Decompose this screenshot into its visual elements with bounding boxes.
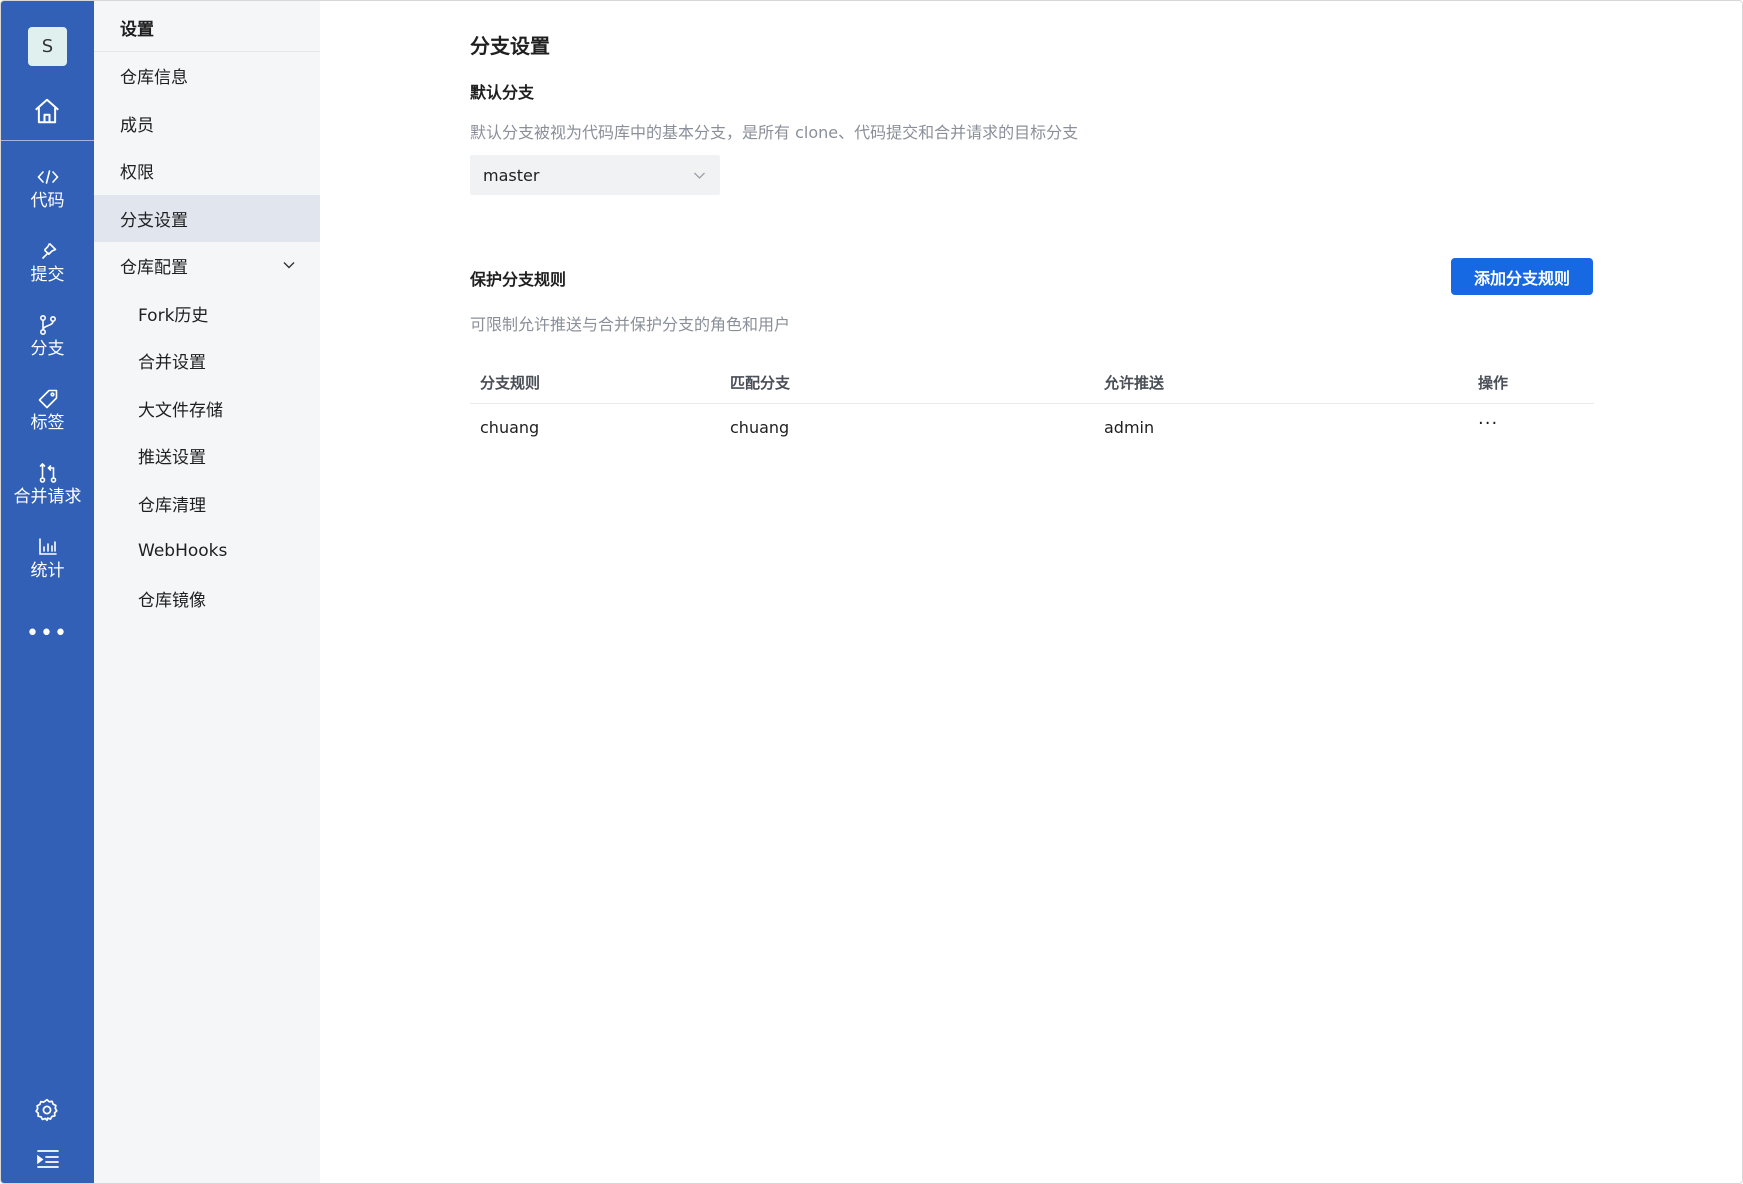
rail-item-code[interactable]: 代码	[1, 164, 94, 228]
chevron-down-icon	[283, 262, 295, 269]
code-icon	[35, 164, 61, 190]
sidebar-item-repo-config[interactable]: 仓库配置	[94, 242, 320, 289]
pin-icon	[35, 238, 61, 264]
app-window: S 代码 提交 分支 标签 合并请求 统计 ••• 设置 仓库信息 成员 权限 …	[0, 0, 1743, 1184]
sidebar-item-repo-mirror[interactable]: 仓库镜像	[94, 575, 320, 622]
tag-icon	[35, 386, 61, 412]
rule-cell: chuang	[480, 417, 540, 437]
rail-item-commits[interactable]: 提交	[1, 238, 94, 302]
sidebar-item-members[interactable]: 成员	[94, 100, 320, 147]
sidebar-item-webhooks[interactable]: WebHooks	[94, 527, 320, 574]
more-icon[interactable]: •••	[26, 621, 67, 646]
default-branch-select[interactable]: master	[470, 155, 720, 195]
rail-label: 提交	[30, 265, 65, 285]
column-header: 操作	[1478, 373, 1509, 392]
sidebar-item-label: 仓库信息	[120, 68, 188, 88]
allow-push-cell: admin	[1104, 417, 1155, 437]
rail-label: 统计	[30, 561, 65, 581]
avatar[interactable]: S	[28, 27, 67, 66]
rail-divider	[1, 140, 94, 141]
gear-icon	[35, 1098, 58, 1122]
left-rail: S 代码 提交 分支 标签 合并请求 统计 •••	[1, 1, 94, 1183]
row-actions: ···	[1478, 404, 1498, 450]
rail-label: 标签	[30, 413, 65, 433]
protected-branch-heading: 保护分支规则	[470, 270, 567, 289]
bar-chart-icon	[35, 534, 61, 560]
default-branch-value: master	[483, 165, 540, 185]
rail-item-branches[interactable]: 分支	[1, 312, 94, 376]
default-branch-heading: 默认分支	[470, 83, 535, 102]
sidebar-item-permissions[interactable]: 权限	[94, 147, 320, 194]
sidebar-item-label: 推送设置	[138, 448, 206, 468]
branch-icon	[35, 312, 61, 338]
sidebar-item-label: 成员	[120, 116, 154, 136]
protected-branch-description: 可限制允许推送与合并保护分支的角色和用户	[470, 315, 791, 334]
rail-item-merge-requests[interactable]: 合并请求	[1, 460, 94, 524]
table-row: chuang chuang admin ···	[470, 404, 1594, 450]
merge-request-icon	[35, 460, 61, 486]
branch-rules-table: 分支规则 匹配分支 允许推送 操作 chuang chuang admin ··…	[470, 361, 1594, 450]
settings-button[interactable]	[31, 1094, 63, 1126]
sidebar-item-label: 仓库镜像	[138, 591, 206, 611]
sidebar-item-lfs[interactable]: 大文件存储	[94, 385, 320, 432]
default-branch-description: 默认分支被视为代码库中的基本分支，是所有 clone、代码提交和合并请求的目标分…	[470, 123, 1079, 142]
settings-sidebar: 设置 仓库信息 成员 权限 分支设置 仓库配置 Fork历史 合并设置 大文件存…	[94, 1, 320, 1183]
rail-label: 代码	[30, 191, 65, 211]
sidebar-item-label: 合并设置	[138, 353, 206, 373]
collapse-menu-button[interactable]	[33, 1146, 63, 1172]
sidebar-item-label: 权限	[120, 163, 154, 183]
column-header: 分支规则	[480, 373, 541, 392]
rail-label: 合并请求	[13, 487, 82, 507]
main-content: 分支设置 默认分支 默认分支被视为代码库中的基本分支，是所有 clone、代码提…	[320, 1, 1742, 1183]
column-header: 匹配分支	[730, 373, 791, 392]
rail-item-tags[interactable]: 标签	[1, 386, 94, 450]
home-button[interactable]	[29, 93, 65, 129]
rail-item-stats[interactable]: 统计	[1, 534, 94, 598]
sidebar-item-fork-history[interactable]: Fork历史	[94, 290, 320, 337]
sidebar-item-label: Fork历史	[138, 306, 209, 326]
sidebar-item-label: 大文件存储	[138, 401, 223, 421]
rail-label: 分支	[30, 339, 65, 359]
table-header: 分支规则 匹配分支 允许推送 操作	[470, 361, 1594, 404]
sidebar-item-label: 分支设置	[120, 211, 188, 231]
add-branch-rule-button[interactable]: 添加分支规则	[1451, 258, 1593, 295]
sidebar-item-label: WebHooks	[138, 540, 228, 561]
sidebar-item-label: 仓库配置	[120, 258, 188, 278]
sidebar-item-repo-cleanup[interactable]: 仓库清理	[94, 480, 320, 527]
sidebar-title: 设置	[120, 20, 154, 40]
match-branch-cell: chuang	[730, 417, 790, 437]
sidebar-item-branch-settings[interactable]: 分支设置	[94, 195, 320, 242]
chevron-down-icon	[694, 172, 705, 179]
sidebar-item-push-settings[interactable]: 推送设置	[94, 432, 320, 479]
more-actions-icon[interactable]: ···	[1478, 415, 1498, 435]
home-icon	[35, 98, 59, 124]
page-title: 分支设置	[470, 34, 550, 58]
column-header: 允许推送	[1104, 373, 1165, 392]
sidebar-item-label: 仓库清理	[138, 496, 206, 516]
sidebar-item-merge-settings[interactable]: 合并设置	[94, 337, 320, 384]
indent-menu-icon	[37, 1150, 59, 1168]
sidebar-item-repo-info[interactable]: 仓库信息	[94, 52, 320, 99]
